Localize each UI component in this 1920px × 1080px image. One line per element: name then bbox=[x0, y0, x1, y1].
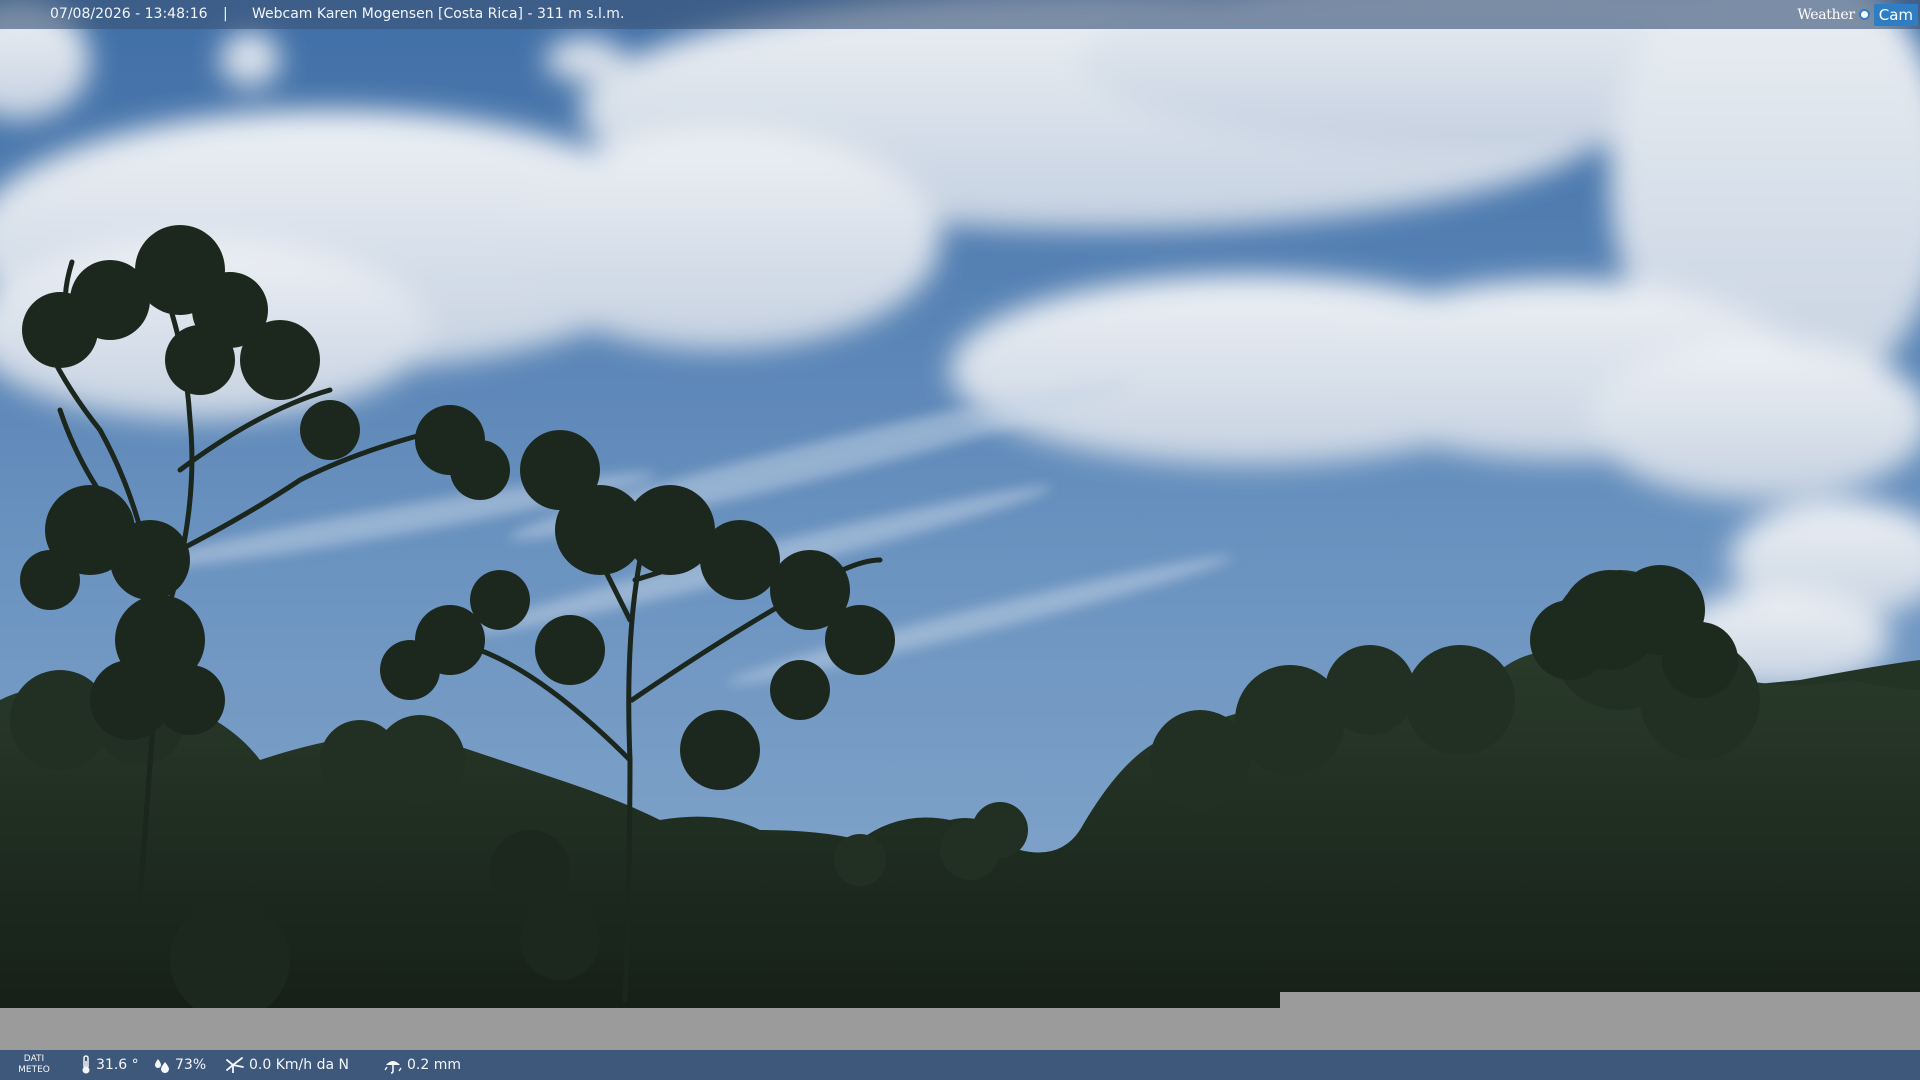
humidity-reading: 73% bbox=[153, 1050, 206, 1080]
webcam-title: Webcam Karen Mogensen [Costa Rica] - 311… bbox=[252, 6, 625, 22]
rain-value: 0.2 mm bbox=[407, 1057, 461, 1073]
meteo-label-line1: DATI bbox=[23, 1054, 45, 1064]
gray-strip-step bbox=[1280, 992, 1920, 1009]
wind-reading: 0.0 Km/h da N bbox=[225, 1050, 349, 1080]
separator: | bbox=[223, 6, 228, 22]
wind-value: 0.0 Km/h da N bbox=[249, 1057, 349, 1073]
wind-icon bbox=[225, 1056, 245, 1074]
top-overlay-bar: 07/08/2026 - 13:48:16 | Webcam Karen Mog… bbox=[0, 0, 1920, 29]
logo-cam-text: Cam bbox=[1873, 3, 1918, 26]
meteo-bar: DATI METEO 31.6 ° 73% 0.0 Km/h da N 0.2 … bbox=[0, 1050, 1920, 1080]
logo-weather-text: Weather bbox=[1797, 6, 1855, 23]
humidity-drops-icon bbox=[153, 1056, 171, 1074]
meteo-label: DATI METEO bbox=[14, 1054, 54, 1076]
humidity-value: 73% bbox=[175, 1057, 207, 1073]
thermometer-icon bbox=[80, 1055, 92, 1075]
meteo-label-line2: METEO bbox=[18, 1065, 50, 1075]
weathercam-logo: Weather Cam bbox=[1797, 0, 1920, 29]
webcam-image bbox=[0, 0, 1920, 1008]
rain-reading: 0.2 mm bbox=[383, 1050, 461, 1080]
rain-icon bbox=[383, 1056, 403, 1074]
sun-dot-icon bbox=[1858, 9, 1870, 20]
gray-strip bbox=[0, 1008, 1920, 1050]
timestamp: 07/08/2026 - 13:48:16 bbox=[50, 6, 208, 22]
temperature-value: 31.6 ° bbox=[96, 1057, 139, 1073]
temperature-reading: 31.6 ° bbox=[80, 1050, 139, 1080]
